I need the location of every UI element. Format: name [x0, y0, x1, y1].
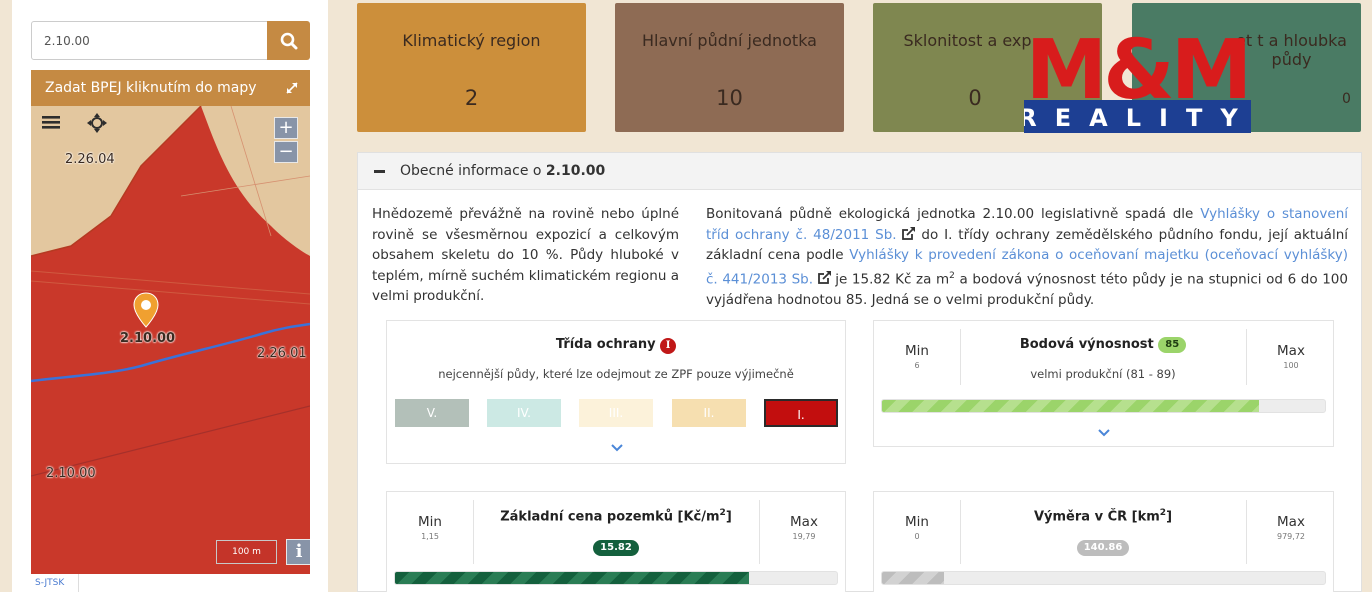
trida-class-iv[interactable]: IV. — [487, 399, 561, 427]
vymera-badge: 140.86 — [1076, 540, 1130, 556]
chevron-down-icon[interactable] — [610, 441, 624, 455]
divider — [759, 500, 760, 564]
cena-progress-fill — [395, 572, 749, 584]
map-header: Zadat BPEJ kliknutím do mapy — [31, 70, 310, 106]
tile-label: Klimatický region — [402, 31, 541, 50]
trida-class-i[interactable]: I. — [764, 399, 838, 427]
vymera-card: Min 0 Výměra v ČR [km2] 140.86 Max 979,7… — [873, 491, 1334, 592]
map-view[interactable]: + − 2.26.04 2.10.00 2.26.01 2.10.00 100 … — [31, 106, 310, 574]
zoom-out-button[interactable]: − — [274, 141, 298, 163]
cena-title: Základní cena pozemků [Kč/m2] — [473, 508, 759, 524]
trida-class-iii[interactable]: III. — [579, 399, 653, 427]
map-label: 2.26.04 — [65, 152, 115, 167]
divider — [1246, 500, 1247, 564]
trida-title: Třída ochrany I — [387, 337, 845, 354]
zakladni-cena-card: Min 1,15 Základní cena pozemků [Kč/m2] 1… — [386, 491, 846, 592]
mm-reality-logo: M&M REALITY — [1018, 23, 1252, 133]
panel-title-prefix: Obecné informace o — [400, 163, 546, 179]
vymera-progress — [881, 571, 1326, 585]
cena-badge: 15.82 — [593, 540, 639, 556]
map-crs-link[interactable]: S-JTSK — [31, 574, 79, 592]
vymera-title-end: ] — [1166, 509, 1173, 525]
bodova-subtitle: velmi produkční (81 - 89) — [1030, 367, 1176, 381]
bodova-progress-fill — [882, 400, 1259, 412]
bodova-min: Min 6 — [874, 321, 960, 446]
description-right: Bonitovaná půdně ekologická jednotka 2.1… — [706, 204, 1348, 310]
max-value: 979,72 — [1277, 532, 1305, 541]
trida-badge: I — [660, 338, 677, 354]
chevron-down-icon[interactable] — [1097, 426, 1111, 440]
max-label: Max — [1277, 343, 1305, 359]
bodova-badge: 85 — [1158, 337, 1187, 353]
min-value: 1,15 — [421, 532, 439, 541]
map-label: 2.10.00 — [46, 466, 96, 481]
cena-badge-wrap: 15.82 — [473, 536, 759, 556]
max-value: 19,79 — [792, 532, 816, 541]
tile-value: 10 — [716, 86, 743, 110]
logo-bottom-text: REALITY — [1024, 104, 1251, 132]
search-button[interactable] — [267, 21, 310, 60]
crosshair-icon — [87, 113, 107, 133]
trida-class-ii[interactable]: II. — [672, 399, 746, 427]
map-menu-button[interactable] — [39, 112, 63, 134]
external-link-icon[interactable] — [817, 271, 831, 284]
map-label: 2.26.01 — [257, 346, 307, 361]
trida-ochrany-card: Třída ochrany I nejcennější půdy, které … — [386, 320, 846, 464]
bodova-title-text: Bodová výnosnost — [1019, 337, 1154, 352]
bodova-vynosnost-card: Min 6 Bodová výnosnost 85 velmi produkčn… — [873, 320, 1334, 447]
vymera-title-text: Výměra v ČR [km — [1033, 509, 1160, 525]
desc-text: je 15.82 Kč za m — [830, 271, 950, 287]
zoom-in-button[interactable]: + — [274, 117, 298, 139]
max-value: 100 — [1283, 361, 1299, 370]
description-left: Hnědozemě převážně na rovině nebo úplné … — [372, 206, 679, 304]
cena-title-text: Základní cena pozemků [Kč/m — [500, 509, 720, 525]
min-value: 6 — [914, 361, 920, 370]
search-box — [31, 21, 310, 60]
panel-title-code: 2.10.00 — [545, 163, 606, 179]
trida-class-v[interactable]: V. — [395, 399, 469, 427]
min-value: 0 — [914, 532, 920, 541]
map-pin-icon — [133, 292, 159, 328]
desc-text: Bonitovaná půdně ekologická jednotka 2.1… — [706, 206, 1201, 222]
trida-subtitle: nejcennější půdy, které lze odejmout ze … — [438, 367, 794, 381]
menu-icon — [42, 116, 60, 129]
cena-progress — [394, 571, 838, 585]
bodova-max: Max 100 — [1248, 321, 1334, 446]
expand-icon[interactable] — [282, 78, 302, 98]
max-label: Max — [1277, 514, 1305, 530]
map-info-button[interactable]: i — [286, 539, 310, 565]
min-label: Min — [418, 514, 442, 530]
min-label: Min — [905, 514, 929, 530]
tile-label: Hlavní půdní jednotka — [642, 31, 817, 50]
vymera-progress-fill — [882, 572, 945, 584]
vymera-title: Výměra v ČR [km2] — [960, 508, 1246, 524]
cena-title-end: ] — [725, 509, 732, 525]
map-label-selected: 2.10.00 — [120, 331, 176, 346]
vymera-badge-wrap: 140.86 — [960, 536, 1246, 556]
divider — [1246, 329, 1247, 385]
bodova-progress — [881, 399, 1326, 413]
tile-klimaticky-region: Klimatický region 2 — [357, 3, 586, 132]
bodova-title: Bodová výnosnost 85 — [960, 337, 1246, 353]
max-label: Max — [790, 514, 818, 530]
trida-title-text: Třída ochrany — [555, 337, 656, 352]
tile-value: 2 — [464, 86, 479, 110]
map-scale: 100 m — [216, 540, 277, 564]
search-icon — [280, 32, 297, 49]
map-header-label: Zadat BPEJ kliknutím do mapy — [45, 80, 257, 96]
map-locate-button[interactable] — [85, 112, 109, 134]
search-input[interactable] — [31, 21, 268, 60]
external-link-icon[interactable] — [902, 226, 916, 240]
general-info-panel: Obecné informace o 2.10.00 Hnědozemě pře… — [357, 152, 1362, 592]
collapse-icon[interactable] — [374, 170, 385, 173]
tile-hlavni-pudni-jednotka: Hlavní půdní jednotka 10 — [615, 3, 844, 132]
min-label: Min — [905, 343, 929, 359]
panel-header[interactable]: Obecné informace o 2.10.00 — [358, 153, 1361, 190]
